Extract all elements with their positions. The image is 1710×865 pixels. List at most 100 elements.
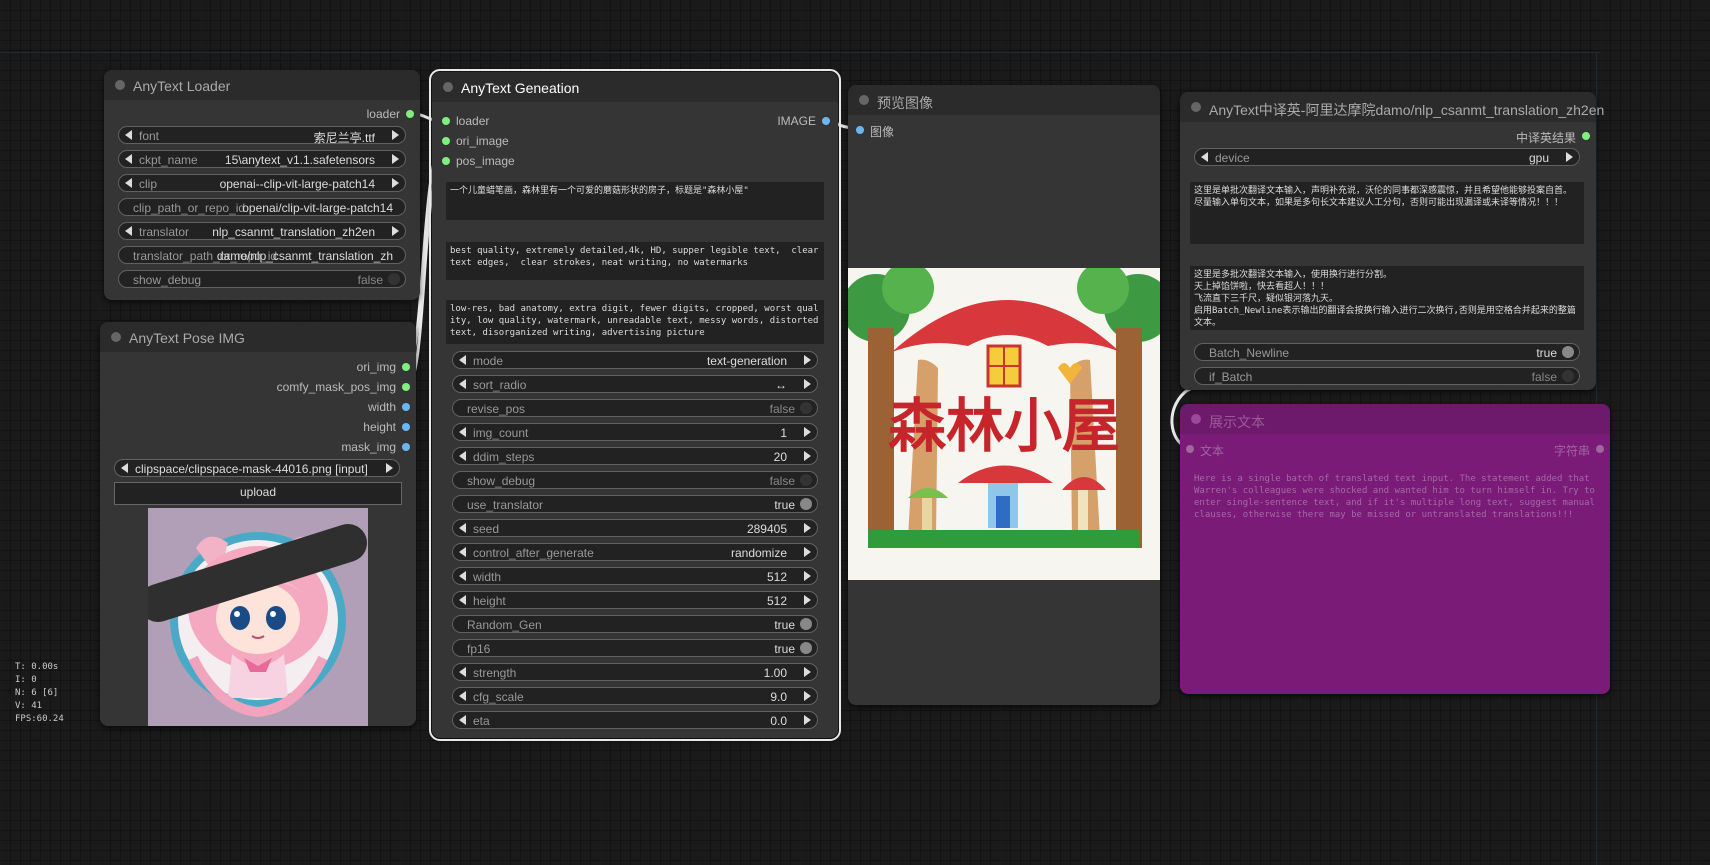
input-pos-image[interactable]: pos_image xyxy=(442,153,562,169)
image-combo[interactable]: clipspace/clipspace-mask-44016.png [inpu… xyxy=(114,459,400,477)
prompt-textarea[interactable]: 一个儿童蜡笔画，森林里有一个可爱的蘑菇形状的房子，标题是"森林小屋" xyxy=(446,182,824,220)
left-arrow-icon[interactable] xyxy=(125,226,132,236)
output-dot-icon[interactable] xyxy=(402,403,410,411)
mode-combo[interactable]: mode text-generation xyxy=(452,351,818,369)
left-arrow-icon[interactable] xyxy=(459,571,466,581)
left-arrow-icon[interactable] xyxy=(121,463,128,473)
anytext-pose-img-node[interactable]: AnyText Pose IMG ori_img comfy_mask_pos_… xyxy=(100,322,416,726)
collapse-dot-icon[interactable] xyxy=(443,82,453,92)
right-arrow-icon[interactable] xyxy=(804,667,811,677)
right-arrow-icon[interactable] xyxy=(804,547,811,557)
right-arrow-icon[interactable] xyxy=(804,595,811,605)
input-loader[interactable]: loader xyxy=(442,113,562,129)
output-dot-icon[interactable] xyxy=(406,110,414,118)
node-title-bar[interactable]: AnyText Pose IMG xyxy=(100,322,416,352)
preview-image-node[interactable]: 预览图像 图像 森林小屋 xyxy=(848,85,1160,705)
node-title-bar[interactable]: AnyText Loader xyxy=(104,70,420,100)
left-arrow-icon[interactable] xyxy=(459,451,466,461)
cfg-scale-number[interactable]: cfg_scale 9.0 xyxy=(452,687,818,705)
right-arrow-icon[interactable] xyxy=(804,427,811,437)
node-title-bar[interactable]: 展示文本 xyxy=(1180,404,1610,434)
output-height[interactable]: height xyxy=(210,419,410,435)
left-arrow-icon[interactable] xyxy=(459,523,466,533)
ckpt-name-combo[interactable]: ckpt_name 15\anytext_v1.1.safetensors xyxy=(118,150,406,168)
input-ori-image[interactable]: ori_image xyxy=(442,133,562,149)
a-prompt-textarea[interactable]: best quality, extremely detailed,4k, HD,… xyxy=(446,242,824,280)
output-dot-icon[interactable] xyxy=(402,363,410,371)
left-arrow-icon[interactable] xyxy=(459,595,466,605)
anytext-translator-node[interactable]: AnyText中译英-阿里达摩院damo/nlp_csanmt_translat… xyxy=(1180,92,1604,390)
right-arrow-icon[interactable] xyxy=(804,571,811,581)
use-translator-toggle[interactable]: use_translator true xyxy=(452,495,818,513)
translator-combo[interactable]: translator nlp_csanmt_translation_zh2en xyxy=(118,222,406,240)
right-arrow-icon[interactable] xyxy=(392,130,399,140)
output-dot-icon[interactable] xyxy=(1582,132,1590,140)
multi-batch-textarea[interactable]: 这里是多批次翻译文本输入，使用换行进行分割。 天上掉馅饼啦，快去看超人！！！ 飞… xyxy=(1190,266,1584,330)
left-arrow-icon[interactable] xyxy=(125,154,132,164)
fp16-toggle[interactable]: fp16 true xyxy=(452,639,818,657)
input-text[interactable]: 文本 xyxy=(1186,441,1286,458)
eta-number[interactable]: eta 0.0 xyxy=(452,711,818,729)
input-dot-icon[interactable] xyxy=(442,137,450,145)
right-arrow-icon[interactable] xyxy=(804,523,811,533)
input-dot-icon[interactable] xyxy=(1186,445,1194,453)
output-loader[interactable]: loader xyxy=(294,106,414,122)
show-text-node[interactable]: 展示文本 文本 字符串 Here is a single batch of tr… xyxy=(1180,404,1610,694)
collapse-dot-icon[interactable] xyxy=(111,332,121,342)
left-arrow-icon[interactable] xyxy=(459,379,466,389)
right-arrow-icon[interactable] xyxy=(386,463,393,473)
collapse-dot-icon[interactable] xyxy=(115,80,125,90)
collapse-dot-icon[interactable] xyxy=(1191,102,1201,112)
output-comfy-mask-pos-img[interactable]: comfy_mask_pos_img xyxy=(210,379,410,395)
seed-number[interactable]: seed 289405 xyxy=(452,519,818,537)
output-ori-img[interactable]: ori_img xyxy=(210,359,410,375)
control-after-generate-combo[interactable]: control_after_generate randomize xyxy=(452,543,818,561)
translator-path-text-widget[interactable]: translator_path_or_repo_id damo/nlp_csan… xyxy=(118,246,406,264)
right-arrow-icon[interactable] xyxy=(804,379,811,389)
input-dot-icon[interactable] xyxy=(442,117,450,125)
device-combo[interactable]: device gpu xyxy=(1194,148,1580,166)
single-batch-textarea[interactable]: 这里是单批次翻译文本输入，声明补充说，沃伦的同事都深感震惊，并且希望他能够投案自… xyxy=(1190,182,1584,244)
input-dot-icon[interactable] xyxy=(856,126,864,134)
strength-number[interactable]: strength 1.00 xyxy=(452,663,818,681)
n-prompt-textarea[interactable]: low-res, bad anatomy, extra digit, fewer… xyxy=(446,300,824,344)
left-arrow-icon[interactable] xyxy=(1201,152,1208,162)
right-arrow-icon[interactable] xyxy=(804,355,811,365)
node-title-bar[interactable]: AnyText Geneation xyxy=(432,72,838,102)
left-arrow-icon[interactable] xyxy=(459,667,466,677)
anytext-loader-node[interactable]: AnyText Loader loader font 索尼兰亭.ttf ckpt… xyxy=(104,70,420,300)
if-batch-toggle[interactable]: if_Batch false xyxy=(1194,367,1580,385)
sort-radio-combo[interactable]: sort_radio ↔ xyxy=(452,375,818,393)
right-arrow-icon[interactable] xyxy=(1566,152,1573,162)
ddim-steps-number[interactable]: ddim_steps 20 xyxy=(452,447,818,465)
left-arrow-icon[interactable] xyxy=(125,130,132,140)
left-arrow-icon[interactable] xyxy=(459,427,466,437)
clip-path-text-widget[interactable]: clip_path_or_repo_id openai/clip-vit-lar… xyxy=(118,198,406,216)
right-arrow-icon[interactable] xyxy=(804,715,811,725)
left-arrow-icon[interactable] xyxy=(459,691,466,701)
node-title-bar[interactable]: 预览图像 xyxy=(848,85,1160,115)
img-count-number[interactable]: img_count 1 xyxy=(452,423,818,441)
width-number[interactable]: width 512 xyxy=(452,567,818,585)
left-arrow-icon[interactable] xyxy=(125,178,132,188)
left-arrow-icon[interactable] xyxy=(459,355,466,365)
output-dot-icon[interactable] xyxy=(402,383,410,391)
left-arrow-icon[interactable] xyxy=(459,715,466,725)
right-arrow-icon[interactable] xyxy=(392,178,399,188)
revise-pos-toggle[interactable]: revise_pos false xyxy=(452,399,818,417)
font-combo[interactable]: font 索尼兰亭.ttf xyxy=(118,126,406,145)
right-arrow-icon[interactable] xyxy=(392,226,399,236)
upload-button[interactable]: upload xyxy=(114,482,402,505)
collapse-dot-icon[interactable] xyxy=(859,95,869,105)
left-arrow-icon[interactable] xyxy=(459,547,466,557)
output-width[interactable]: width xyxy=(210,399,410,415)
right-arrow-icon[interactable] xyxy=(804,451,811,461)
random-gen-toggle[interactable]: Random_Gen true xyxy=(452,615,818,633)
collapse-dot-icon[interactable] xyxy=(1191,414,1201,424)
clip-combo[interactable]: clip openai--clip-vit-large-patch14 xyxy=(118,174,406,192)
right-arrow-icon[interactable] xyxy=(804,691,811,701)
output-mask-img[interactable]: mask_img xyxy=(210,439,410,455)
right-arrow-icon[interactable] xyxy=(392,154,399,164)
anytext-generation-node[interactable]: AnyText Geneation loader ori_image pos_i… xyxy=(429,69,841,741)
height-number[interactable]: height 512 xyxy=(452,591,818,609)
